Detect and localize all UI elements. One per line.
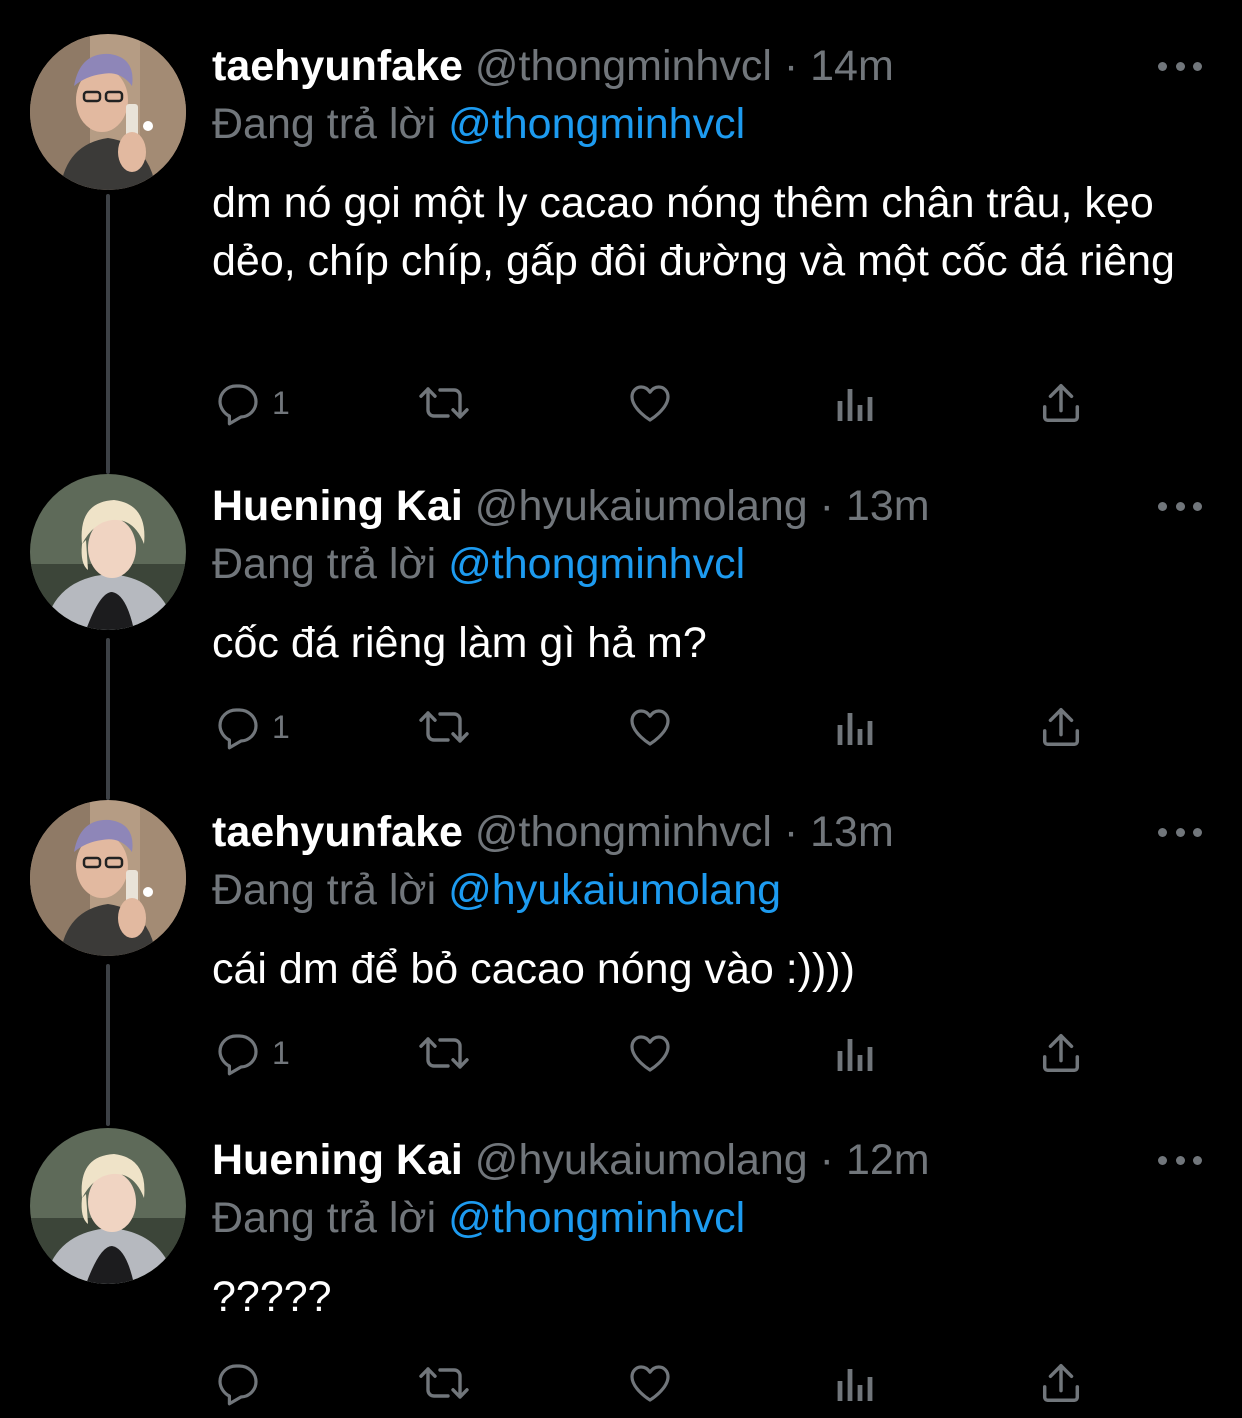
reply-button[interactable] bbox=[214, 1358, 272, 1408]
action-bar: 1 bbox=[212, 702, 1112, 752]
replying-to: Đang trả lời @thongminhvcl bbox=[212, 94, 745, 154]
share-button[interactable] bbox=[1038, 702, 1084, 752]
user-handle[interactable]: @hyukaiumolang bbox=[475, 1136, 808, 1184]
heart-icon bbox=[630, 385, 670, 422]
like-button[interactable] bbox=[626, 702, 674, 752]
replying-to: Đang trả lời @hyukaiumolang bbox=[212, 860, 781, 920]
avatar[interactable] bbox=[30, 34, 186, 190]
analytics-icon bbox=[837, 713, 873, 745]
tweet-text: ????? bbox=[212, 1273, 332, 1321]
share-button[interactable] bbox=[1038, 1028, 1084, 1078]
tweet-header: taehyunfake @thongminhvcl · 13m bbox=[212, 802, 894, 862]
more-icon[interactable] bbox=[1158, 822, 1202, 842]
display-name[interactable]: Huening Kai bbox=[212, 1136, 463, 1184]
reply-icon bbox=[218, 708, 258, 750]
timestamp[interactable]: 13m bbox=[846, 482, 930, 530]
reply-count: 1 bbox=[272, 708, 290, 745]
replying-to-label: Đang trả lời bbox=[212, 1194, 437, 1242]
mention-link[interactable]: @thongminhvcl bbox=[448, 1194, 745, 1242]
tweet-header: taehyunfake @thongminhvcl · 14m bbox=[212, 36, 894, 96]
mention-link[interactable]: @thongminhvcl bbox=[448, 540, 745, 588]
more-icon[interactable] bbox=[1158, 1150, 1202, 1170]
reply-count: 1 bbox=[272, 384, 290, 421]
reply-button[interactable]: 1 bbox=[214, 378, 290, 428]
display-name[interactable]: taehyunfake bbox=[212, 42, 463, 90]
tweet-header: Huening Kai @hyukaiumolang · 12m bbox=[212, 1130, 930, 1190]
more-icon[interactable] bbox=[1158, 56, 1202, 76]
user-handle[interactable]: @hyukaiumolang bbox=[475, 482, 808, 530]
action-bar: 1 bbox=[212, 1028, 1112, 1078]
analytics-icon bbox=[837, 389, 873, 421]
tweet-text: cái dm để bỏ cacao nóng vào :)))) bbox=[212, 945, 855, 993]
reply-count: 1 bbox=[272, 1034, 290, 1071]
separator-dot: · bbox=[783, 42, 799, 90]
timestamp[interactable]: 14m bbox=[810, 42, 894, 90]
action-bar bbox=[212, 1358, 1112, 1408]
share-icon bbox=[1042, 1364, 1080, 1402]
avatar-image bbox=[30, 800, 186, 956]
thread-line bbox=[106, 964, 110, 1126]
analytics-button[interactable] bbox=[834, 1358, 878, 1408]
avatar[interactable] bbox=[30, 800, 186, 956]
reply-icon bbox=[218, 1034, 258, 1076]
thread-line bbox=[106, 638, 110, 800]
thread-line bbox=[106, 194, 110, 474]
retweet-icon bbox=[419, 387, 469, 419]
avatar-image bbox=[30, 474, 186, 630]
separator-dot: · bbox=[819, 1136, 834, 1184]
action-bar: 1 bbox=[212, 378, 1112, 428]
analytics-button[interactable] bbox=[834, 702, 878, 752]
heart-icon bbox=[630, 1035, 670, 1072]
retweet-button[interactable] bbox=[418, 1358, 470, 1408]
retweet-button[interactable] bbox=[418, 1028, 470, 1078]
tweet-text: dm nó gọi một ly cacao nóng thêm chân tr… bbox=[212, 179, 1175, 285]
reply-icon bbox=[218, 1364, 258, 1406]
retweet-button[interactable] bbox=[418, 702, 470, 752]
mention-link[interactable]: @thongminhvcl bbox=[448, 100, 745, 148]
replying-to-label: Đang trả lời bbox=[212, 866, 437, 914]
retweet-icon bbox=[419, 711, 469, 743]
separator-dot: · bbox=[819, 482, 834, 530]
like-button[interactable] bbox=[626, 1028, 674, 1078]
like-button[interactable] bbox=[626, 1358, 674, 1408]
user-handle[interactable]: @thongminhvcl bbox=[475, 42, 772, 90]
share-button[interactable] bbox=[1038, 1358, 1084, 1408]
like-button[interactable] bbox=[626, 378, 674, 428]
avatar[interactable] bbox=[30, 474, 186, 630]
reply-button[interactable]: 1 bbox=[214, 1028, 290, 1078]
avatar[interactable] bbox=[30, 1128, 186, 1284]
analytics-button[interactable] bbox=[834, 1028, 878, 1078]
user-handle[interactable]: @thongminhvcl bbox=[475, 808, 772, 856]
analytics-icon bbox=[837, 1369, 873, 1401]
display-name[interactable]: Huening Kai bbox=[212, 482, 463, 530]
retweet-icon bbox=[419, 1367, 469, 1399]
timestamp[interactable]: 13m bbox=[810, 808, 894, 856]
reply-button[interactable]: 1 bbox=[214, 702, 290, 752]
replying-to: Đang trả lời @thongminhvcl bbox=[212, 534, 745, 594]
retweet-icon bbox=[419, 1037, 469, 1069]
avatar-image bbox=[30, 1128, 186, 1284]
share-icon bbox=[1042, 708, 1080, 746]
heart-icon bbox=[630, 1365, 670, 1402]
share-icon bbox=[1042, 384, 1080, 422]
mention-link[interactable]: @hyukaiumolang bbox=[448, 866, 781, 914]
share-icon bbox=[1042, 1034, 1080, 1072]
heart-icon bbox=[630, 709, 670, 746]
replying-to: Đang trả lời @thongminhvcl bbox=[212, 1188, 745, 1248]
display-name[interactable]: taehyunfake bbox=[212, 808, 463, 856]
separator-dot: · bbox=[783, 808, 799, 856]
analytics-button[interactable] bbox=[834, 378, 878, 428]
tweet-text: cốc đá riêng làm gì hả m? bbox=[212, 619, 707, 667]
retweet-button[interactable] bbox=[418, 378, 470, 428]
reply-icon bbox=[218, 384, 258, 426]
avatar-image bbox=[30, 34, 186, 190]
analytics-icon bbox=[837, 1039, 873, 1071]
timestamp[interactable]: 12m bbox=[846, 1136, 930, 1184]
share-button[interactable] bbox=[1038, 378, 1084, 428]
replying-to-label: Đang trả lời bbox=[212, 540, 437, 588]
tweet-header: Huening Kai @hyukaiumolang · 13m bbox=[212, 476, 930, 536]
replying-to-label: Đang trả lời bbox=[212, 100, 437, 148]
more-icon[interactable] bbox=[1158, 496, 1202, 516]
